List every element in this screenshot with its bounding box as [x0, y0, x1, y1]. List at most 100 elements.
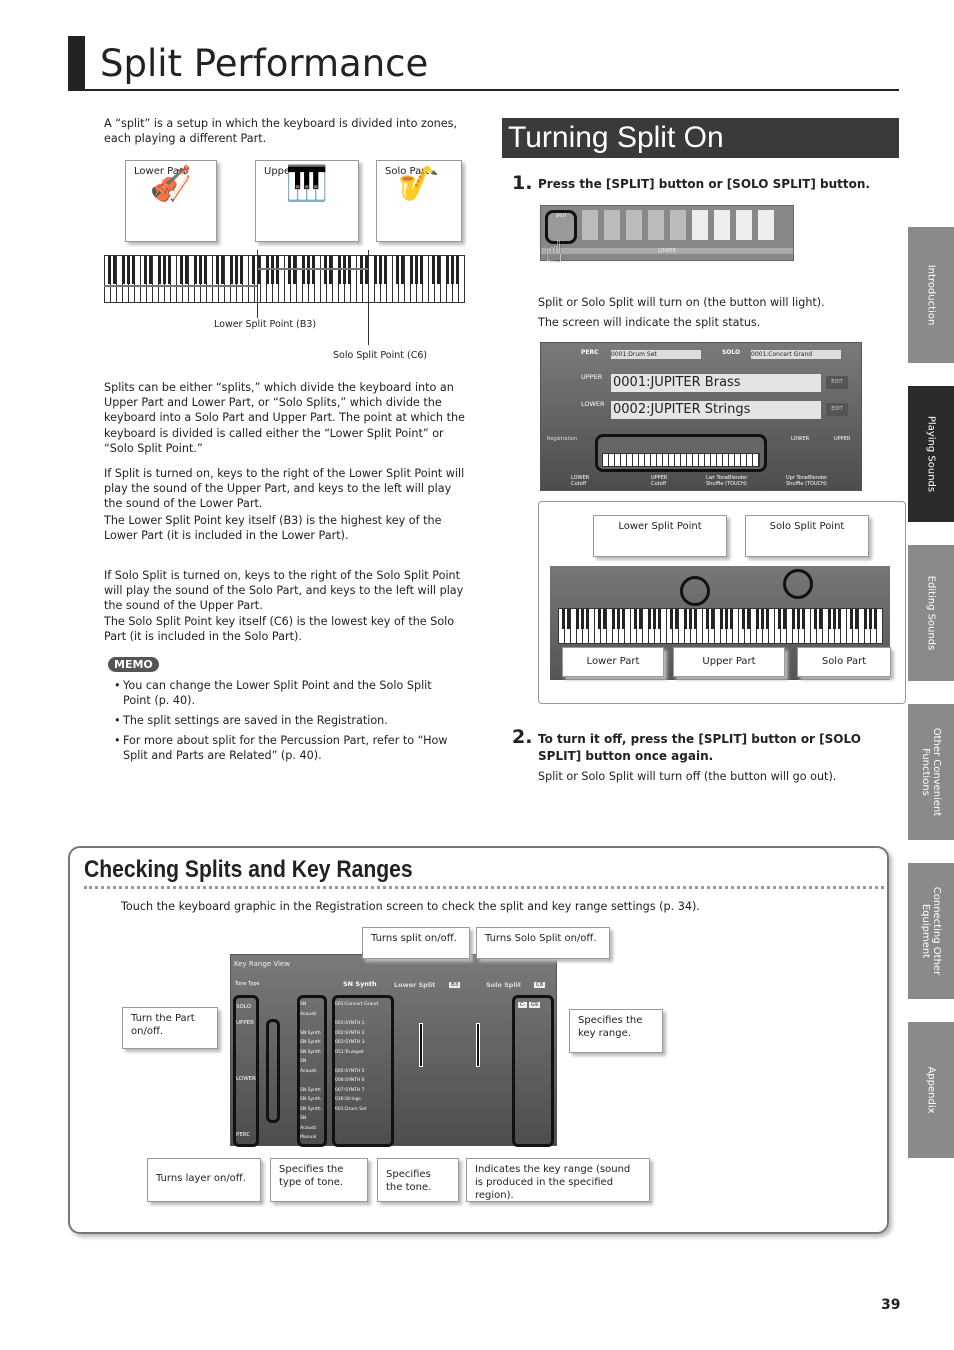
perc-tone: 0001:Drum Set	[611, 350, 701, 359]
violin-icon: 🎻	[149, 164, 193, 204]
range-marker	[419, 1023, 423, 1067]
solo-part-callout: Solo Part	[797, 647, 891, 677]
key-range-column-highlight: C- G9	[512, 995, 554, 1147]
sidebar-tab-appendix[interactable]: Appendix	[908, 1022, 954, 1158]
paragraph: If Split is turned on, keys to the right…	[104, 467, 465, 511]
lower-part-callout: Lower Part 🎻	[125, 160, 217, 242]
lower-split-toggle: Lower Split	[394, 981, 436, 989]
upper-tone: 0001:JUPITER Brass	[611, 374, 821, 392]
sidebar-tab-connecting[interactable]: Connecting Other Equipment	[908, 863, 954, 999]
solo-split-highlight	[783, 569, 813, 599]
panel-button	[582, 210, 598, 240]
memo-item: You can change the Lower Split Point and…	[114, 678, 459, 708]
solo-split-callout: Turns Solo Split on/off.	[476, 927, 610, 959]
lower-part-callout: Lower Part	[562, 647, 664, 677]
registration-label: Registration	[547, 436, 578, 442]
saxophone-icon: 🎷	[397, 164, 441, 204]
lower-tone: 0002:JUPITER Strings	[611, 401, 821, 419]
panel-button	[736, 210, 752, 240]
range-marker	[476, 1023, 480, 1067]
lower-split-point: B3	[449, 982, 461, 988]
sidebar-tab-introduction[interactable]: Introduction	[908, 227, 954, 363]
edit-button: EDIT	[826, 403, 848, 416]
solo-label: SOLO	[722, 349, 741, 356]
panel-button	[648, 210, 664, 240]
lower-split-line	[257, 250, 258, 318]
keyboard-graphic	[104, 255, 465, 303]
tone-type-column-highlight: SN Acousti SN Synth SN Synth SN Synth SN Ac…	[297, 995, 327, 1147]
memo-item: For more about split for the Percussion …	[114, 733, 459, 763]
solo-split-label: Solo Split Point (C6)	[333, 350, 428, 361]
step-number: 1.	[512, 172, 533, 194]
memo-item: The split settings are saved in the Regi…	[114, 713, 459, 728]
sidebar-tab-editing-sounds[interactable]: Editing Sounds	[908, 545, 954, 681]
key-range-view-screen: Key Range View Tone Type SN Synth Lower …	[230, 954, 557, 1147]
lower-split-label: Lower Split Point (B3)	[214, 319, 317, 330]
paragraph: If Solo Split is turned on, keys to the …	[104, 569, 464, 613]
section-intro: Touch the keyboard graphic in the Regist…	[121, 900, 700, 913]
solo-part-callout: Solo Part 🎷	[376, 160, 462, 242]
zoom-detail-frame: Lower Split Point Solo Split Point Lower…	[538, 501, 906, 704]
layer-callout: Turns layer on/off.	[147, 1158, 261, 1202]
lower-label: LOWER	[581, 400, 605, 408]
lower-cutoff: LOWER Cutoff	[571, 475, 590, 487]
perc-label: PERC	[581, 349, 599, 356]
solo-split-point-callout: Solo Split Point	[745, 515, 869, 557]
keyboard-graphic-highlight	[595, 434, 767, 472]
sidebar-tab-playing-sounds[interactable]: Playing Sounds	[908, 386, 954, 522]
solo-split-point: C6	[534, 982, 546, 988]
paragraph: Splits can be either “splits,” which div…	[104, 381, 465, 455]
section-title: Checking Splits and Key Ranges	[84, 856, 413, 883]
lower-split-point-callout: Lower Split Point	[593, 515, 727, 557]
upper-toneblender: Upr ToneBlender Shuffle (TOUCH)	[786, 475, 828, 487]
step-result: The screen will indicate the split statu…	[538, 316, 761, 329]
panel-button	[604, 210, 620, 240]
lower-toneblender: Lwr ToneBlender Shuffle (TOUCH)	[706, 475, 748, 487]
tone-type-label: Tone Type	[235, 981, 260, 987]
panel-button	[758, 210, 774, 240]
panel-button	[670, 210, 686, 240]
button-panel-image: SPLIT LOWER	[540, 205, 794, 261]
edit-button: EDIT	[826, 376, 848, 389]
page-title: Split Performance	[100, 42, 429, 85]
key-range-callout: Specifies the key range.	[569, 1009, 663, 1053]
part-callout: Turn the Part on/off.	[122, 1007, 218, 1049]
step-result: Split or Solo Split will turn on (the bu…	[538, 296, 825, 309]
split-callout: Turns split on/off.	[362, 927, 470, 959]
hand-pointer-icon: ☝	[545, 235, 564, 270]
part-column-highlight: SOLO UPPER LOWER PERC	[233, 995, 259, 1147]
sidebar-tab-other-functions[interactable]: Other Convenient Functions	[908, 704, 954, 840]
panel-button	[714, 210, 730, 240]
tone-type-value: SN Synth	[343, 980, 377, 988]
solo-tone: 0001:Concert Grand	[751, 350, 841, 359]
piano-icon: 🎹	[285, 164, 329, 204]
layer-column-highlight	[266, 1019, 280, 1123]
tone-column-highlight: 001:Concert Grand 001:SYNTH 1 002:SYNTH 2…	[332, 995, 394, 1147]
lower-meter-label: LOWER	[791, 436, 810, 442]
step-text: Press the [SPLIT] button or [SOLO SPLIT]…	[538, 177, 870, 191]
upper-part-callout: Upper Part 🎹	[255, 160, 359, 242]
upper-cutoff: UPPER Cutoff	[651, 475, 668, 487]
lower-label: LOWER	[541, 248, 793, 254]
upper-label: UPPER	[581, 373, 603, 381]
panel-button	[626, 210, 642, 240]
step-text: To turn it off, press the [SPLIT] button…	[538, 732, 861, 763]
dotted-rule	[84, 886, 884, 889]
upper-range	[258, 268, 368, 270]
paragraph: The Solo Split Point key itself (C6) is …	[104, 615, 455, 644]
paragraph: The Lower Split Point key itself (B3) is…	[104, 514, 442, 543]
tone-callout: Specifies the tone.	[377, 1158, 459, 1202]
memo-badge: MEMO	[108, 657, 159, 672]
section-title: Turning Split On	[502, 118, 899, 158]
lower-split-highlight	[680, 576, 710, 606]
solo-split-line	[368, 250, 369, 345]
tone-type-callout: Specifies the type of tone.	[270, 1158, 368, 1202]
step-number: 2.	[512, 726, 533, 748]
header-rule	[68, 89, 899, 91]
solo-split-toggle: Solo Split	[486, 981, 522, 989]
panel-button	[692, 210, 708, 240]
key-range-indicator-callout: Indicates the key range (sound is produc…	[466, 1158, 650, 1202]
intro-text: A “split” is a setup in which the keyboa…	[104, 117, 458, 146]
header-bar	[68, 36, 85, 90]
page-number: 39	[881, 1297, 901, 1313]
